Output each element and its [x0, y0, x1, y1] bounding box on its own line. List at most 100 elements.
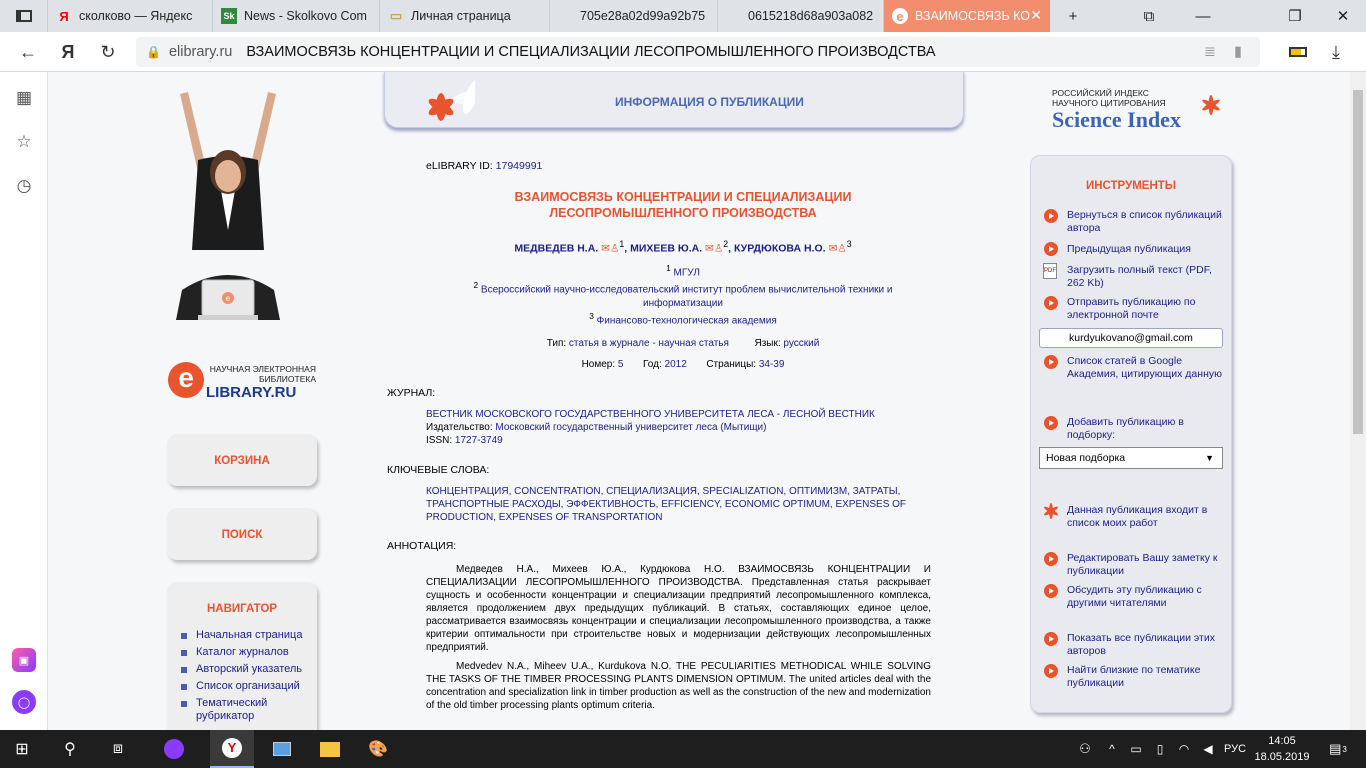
tool-edit-note[interactable]: Редактировать Вашу заметку к публикации — [1067, 552, 1223, 578]
pdf-icon[interactable]: PDF — [1043, 263, 1057, 279]
close-tab-icon[interactable]: ✕ — [1030, 7, 1042, 24]
title-line-2: ЛЕСОПРОМЫШЛЕННОГО ПРОИЗВОДСТВА — [549, 206, 817, 220]
clock[interactable]: 14:05 18.05.2019 — [1254, 733, 1310, 765]
star-icon[interactable]: ☆ — [12, 130, 36, 154]
tab-label: сколково — Яндекс — [79, 9, 193, 23]
logo-e-mark: e — [168, 362, 204, 398]
clock-date: 18.05.2019 — [1254, 751, 1310, 763]
windows-start-icon[interactable]: ⊞ — [0, 730, 44, 768]
restore-button[interactable]: ❐ — [1272, 0, 1318, 32]
collection-select[interactable]: Новая подборка ▼ — [1039, 447, 1223, 469]
scrollbar-thumb[interactable] — [1353, 90, 1363, 434]
type-label: Тип: — [546, 338, 567, 349]
cart-panel[interactable]: КОРЗИНА — [167, 434, 317, 486]
tab-hash-2[interactable]: 0615218d68a903a082 — [718, 0, 884, 32]
yandex-browser-taskbar-icon[interactable]: Y — [210, 730, 254, 768]
tray-chevron-icon[interactable]: ^ — [1100, 730, 1124, 768]
person-icon[interactable]: ♙ — [714, 243, 723, 255]
bookmark-tab-icon[interactable]: ⧉ — [1126, 0, 1172, 32]
tab-skolkovo[interactable]: Sk News - Skolkovo Com — [213, 0, 380, 32]
tool-find-similar[interactable]: Найти близкие по тематике публикации — [1067, 664, 1223, 690]
tab-yandex[interactable]: Я сколково — Яндекс — [48, 0, 213, 32]
file-explorer-icon[interactable] — [308, 730, 352, 768]
tool-send-email[interactable]: Отправить публикацию по электронной почт… — [1067, 296, 1223, 322]
nav-item-journals[interactable]: Каталог журналов — [181, 644, 302, 661]
science-index-logo[interactable]: РОССИЙСКИЙ ИНДЕКС НАУЧНОГО ЦИТИРОВАНИЯ S… — [1052, 88, 1232, 138]
elibrary-id: eLIBRARY ID: 17949991 — [426, 160, 542, 173]
id-label: eLIBRARY ID: — [426, 160, 493, 172]
wifi-icon[interactable]: ◠ — [1172, 730, 1196, 768]
reload-button[interactable]: ↻ — [94, 38, 122, 66]
monitor-app-icon[interactable] — [260, 730, 304, 768]
language-indicator[interactable]: РУС — [1220, 730, 1250, 768]
tool-back-to-list[interactable]: Вернуться в список публикаций автора — [1067, 209, 1223, 235]
alice-app-icon[interactable]: ▣ — [12, 648, 36, 672]
tool-add-to-collection[interactable]: Добавить публикацию в подборку: — [1067, 416, 1223, 442]
volume-icon[interactable]: ◀ — [1196, 730, 1220, 768]
journal-name-link[interactable]: ВЕСТНИК МОСКОВСКОГО ГОСУДАРСТВЕННОГО УНИ… — [426, 408, 946, 421]
page-scrollbar[interactable] — [1350, 72, 1366, 730]
email-input[interactable]: kurdyukovano@gmail.com — [1039, 328, 1223, 348]
yandex-home-button[interactable]: Я — [54, 38, 82, 66]
minimize-button[interactable]: — — [1180, 0, 1226, 32]
alice-taskbar-icon[interactable] — [152, 730, 196, 768]
nav-item-organizations[interactable]: Список организаций — [181, 678, 302, 695]
person-icon[interactable]: ♙ — [837, 243, 846, 255]
author-1[interactable]: МЕДВЕДЕВ Н.А. — [514, 243, 598, 255]
network-icon[interactable]: ▭ — [1124, 730, 1148, 768]
reload-icon: ↻ — [100, 41, 116, 62]
tool-show-all-authors[interactable]: Показать все публикации этих авторов — [1067, 632, 1223, 658]
tool-my-works[interactable]: Данная публикация входит в список моих р… — [1067, 504, 1223, 530]
search-panel[interactable]: ПОИСК — [167, 508, 317, 560]
affiliation-3[interactable]: 3 Финансово-технологическая академия — [388, 310, 978, 327]
aff-text: Всероссийский научно-исследовательский и… — [480, 284, 893, 296]
tool-download-pdf[interactable]: Загрузить полный текст (PDF, 262 Kb) — [1067, 264, 1223, 290]
mail-icon[interactable]: ✉ — [826, 243, 837, 255]
tool-previous[interactable]: Предыдущая публикация — [1067, 243, 1223, 256]
history-clock-icon[interactable]: ◷ — [12, 174, 36, 198]
nav-item-rubricator[interactable]: Тематический рубрикатор — [181, 695, 302, 723]
notifications-icon[interactable]: ▤ 3 — [1318, 730, 1358, 768]
grid-icon[interactable]: ▦ — [12, 86, 36, 110]
author-3[interactable]: КУРДЮКОВА Н.О. — [734, 243, 826, 255]
nav-item-authors[interactable]: Авторский указатель — [181, 661, 302, 678]
battery-tray-icon[interactable]: ▯ — [1148, 730, 1172, 768]
keywords-list[interactable]: КОНЦЕНТРАЦИЯ, CONCENTRATION, СПЕЦИАЛИЗАЦ… — [426, 485, 946, 524]
back-button[interactable]: ← — [14, 38, 42, 66]
battery-icon[interactable] — [1284, 38, 1312, 66]
elibrary-logo[interactable]: НАУЧНАЯ ЭЛЕКТРОННАЯ БИБЛИОТЕКА e LIBRARY… — [168, 358, 328, 408]
new-tab-button[interactable]: + — [1050, 0, 1096, 32]
search-icon[interactable]: ⚲ — [48, 730, 92, 768]
tabs-overview-button[interactable] — [0, 0, 48, 32]
tab-elibrary-active[interactable]: e ВЗАИМОСВЯЗЬ КО ✕ — [884, 0, 1050, 32]
elibrary-icon: e — [892, 8, 908, 24]
affiliation-1[interactable]: 1 МГУЛ — [388, 262, 978, 279]
nav-label: Тематический рубрикатор — [196, 697, 268, 722]
author-2[interactable]: МИХЕЕВ Ю.А. — [630, 243, 702, 255]
people-icon[interactable]: ⚇ — [1070, 730, 1100, 768]
url-field[interactable]: 🔒 elibrary.ru ВЗАИМОСВЯЗЬ КОНЦЕНТРАЦИИ И… — [136, 37, 1260, 67]
download-button[interactable]: ⤓ — [1322, 38, 1350, 66]
tool-google-scholar[interactable]: Список статей в Google Академия, цитирую… — [1067, 355, 1223, 381]
issue-line: Номер: 5 Год: 2012 Страницы: 34-39 — [388, 358, 978, 371]
tab-personal-page[interactable]: ▭ Личная страница — [380, 0, 550, 32]
tab-hash-1[interactable]: 705e28a02d99a92b75 — [550, 0, 718, 32]
publisher-link[interactable]: Московский государственный университет л… — [495, 422, 766, 433]
number-label: Номер: — [581, 359, 616, 370]
affiliations: 1 МГУЛ 2 Всероссийский научно-исследоват… — [388, 262, 978, 327]
bookmark-icon[interactable]: ▮ — [1234, 44, 1242, 60]
tool-discuss[interactable]: Обсудить эту публикацию с другими читате… — [1067, 584, 1223, 610]
task-view-icon[interactable]: ⧈ — [96, 730, 140, 768]
mail-icon[interactable]: ✉ — [702, 243, 714, 255]
publication-title: ВЗАИМОСВЯЗЬ КОНЦЕНТРАЦИИ И СПЕЦИАЛИЗАЦИИ… — [388, 189, 978, 221]
affiliation-2[interactable]: 2 Всероссийский научно-исследовательский… — [388, 279, 978, 309]
nav-item-home[interactable]: Начальная страница — [181, 627, 302, 644]
person-icon[interactable]: ♙ — [610, 243, 619, 255]
reader-mode-icon[interactable]: ≣ — [1204, 44, 1216, 60]
mail-icon[interactable]: ✉ — [598, 243, 610, 255]
paint-icon[interactable]: 🎨 — [356, 730, 400, 768]
close-window-button[interactable]: ✕ — [1320, 0, 1366, 32]
number-value[interactable]: 5 — [618, 359, 624, 370]
abstract-english: Medvedev N.A., Miheev U.A., Kurdukova N.… — [426, 661, 931, 711]
alice-voice-icon[interactable]: ◯ — [12, 690, 36, 714]
